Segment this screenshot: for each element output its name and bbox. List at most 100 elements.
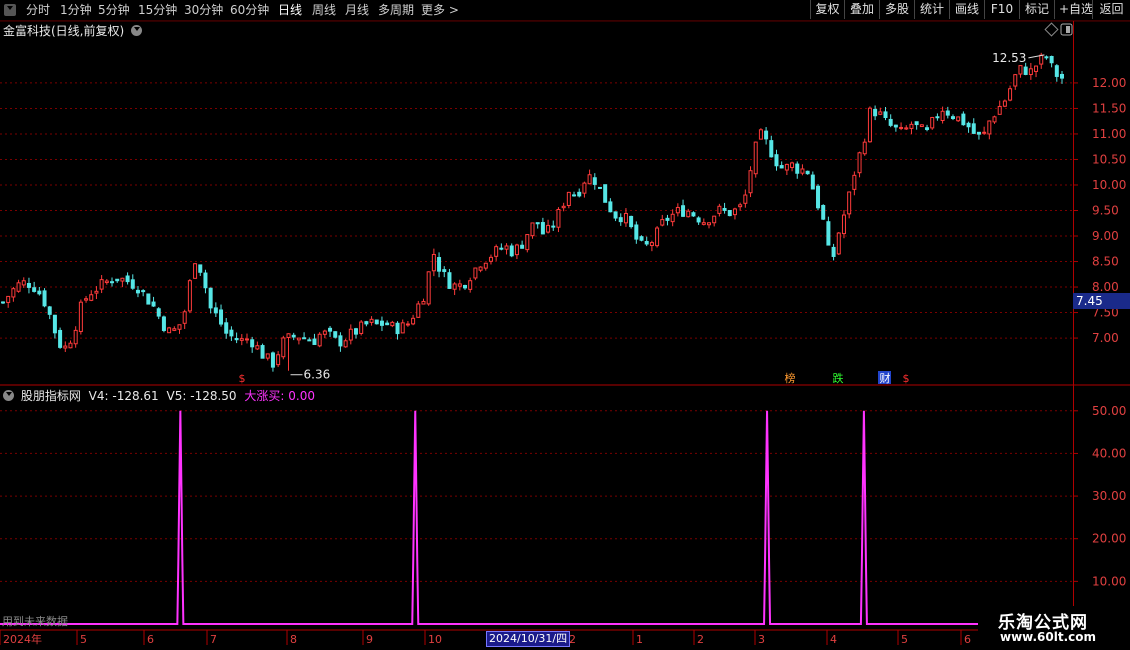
period-tab-9[interactable]: 多周期 xyxy=(378,2,414,18)
time-label-14: 6 xyxy=(964,633,971,646)
candle-body xyxy=(795,163,800,174)
candle-body xyxy=(816,185,821,209)
candle-body xyxy=(712,215,717,224)
period-tab-10[interactable]: 更多 > xyxy=(421,2,459,18)
candle-body xyxy=(37,290,42,295)
toolbar-button-6[interactable]: 标记 xyxy=(1019,0,1054,19)
period-tab-8[interactable]: 月线 xyxy=(345,2,369,18)
candle-body xyxy=(68,342,73,349)
candle-body xyxy=(354,328,358,335)
candle-body xyxy=(58,329,63,348)
candle-body xyxy=(452,283,457,290)
event-marker-2: 跌 xyxy=(833,371,844,385)
indicator-v5: V5: -128.50 xyxy=(166,389,237,403)
candle-body xyxy=(52,314,57,334)
main-tick-label-9: 11.50 xyxy=(1092,101,1126,115)
title-dropdown-icon[interactable] xyxy=(131,25,143,36)
candle-body xyxy=(312,338,317,345)
toolbar-button-5[interactable]: F10 xyxy=(984,0,1019,19)
candle-body xyxy=(1023,66,1028,75)
candle-body xyxy=(270,352,275,368)
candle-body xyxy=(120,277,125,282)
toolbar-button-1[interactable]: 叠加 xyxy=(844,0,879,19)
period-tab-2[interactable]: 5分钟 xyxy=(98,2,130,18)
candle-body xyxy=(810,174,815,190)
time-label-13: 5 xyxy=(901,633,908,646)
candle-body xyxy=(379,320,384,326)
period-tab-3[interactable]: 15分钟 xyxy=(138,2,177,18)
candle-body xyxy=(592,177,597,185)
ind-tick-label-3: 40.00 xyxy=(1092,446,1126,460)
candle-body xyxy=(504,245,509,250)
period-tab-5[interactable]: 60分钟 xyxy=(230,2,269,18)
period-tab-0[interactable]: 分时 xyxy=(26,2,50,18)
candle-body xyxy=(187,280,192,312)
toolbar-button-8[interactable]: 返回 xyxy=(1092,0,1130,19)
candle-body xyxy=(930,116,935,129)
candle-body xyxy=(572,194,577,197)
toolbar-button-4[interactable]: 画线 xyxy=(949,0,984,19)
candle-body xyxy=(764,130,769,140)
candle-body xyxy=(514,244,519,256)
toolbar-button-7[interactable]: +自选 xyxy=(1054,0,1093,19)
event-marker-3: 财 xyxy=(880,371,891,385)
candle-body xyxy=(198,264,203,273)
period-tab-1[interactable]: 1分钟 xyxy=(60,2,92,18)
main-tick-label-5: 9.50 xyxy=(1092,204,1119,218)
main-tick-label-3: 8.50 xyxy=(1092,255,1119,269)
collapse-icon[interactable] xyxy=(4,4,16,16)
toolbar-button-0[interactable]: 复权 xyxy=(810,0,844,19)
candle-body xyxy=(99,279,104,290)
event-marker-4: $ xyxy=(903,372,910,385)
candle-body xyxy=(644,240,649,245)
candle-body xyxy=(691,212,696,217)
panel-toggle-icon-fill xyxy=(1066,26,1070,33)
stock-title: 金富科技(日线,前复权) xyxy=(3,22,143,39)
candle-body xyxy=(836,232,841,255)
candle-body xyxy=(343,340,348,348)
indicator-line xyxy=(0,410,980,625)
candle-body xyxy=(94,290,99,294)
candle-body xyxy=(629,215,634,228)
candle-body xyxy=(463,284,468,289)
candle-body xyxy=(431,253,436,272)
candle-body xyxy=(1028,68,1033,76)
period-tab-6[interactable]: 日线 xyxy=(278,2,302,18)
candle-body xyxy=(322,330,327,335)
candle-body xyxy=(219,309,224,325)
candle-body xyxy=(437,257,442,272)
toolbar-button-2[interactable]: 多股 xyxy=(879,0,914,19)
candle-body xyxy=(244,338,249,341)
indicator-name[interactable]: 股朋指标网 xyxy=(21,389,81,403)
time-label-1: 5 xyxy=(80,633,87,646)
candle-body xyxy=(84,298,89,301)
main-tick-label-6: 10.00 xyxy=(1092,178,1126,192)
candle-body xyxy=(826,221,831,246)
indicator-dropdown-icon[interactable] xyxy=(3,390,14,401)
candle-body xyxy=(686,210,691,218)
candle-body xyxy=(390,321,395,327)
candle-body xyxy=(110,281,115,284)
candle-body xyxy=(328,327,333,332)
candle-body xyxy=(104,280,109,284)
candle-body xyxy=(1,301,5,304)
candle-body xyxy=(135,289,140,294)
candle-body xyxy=(925,127,930,130)
candle-body xyxy=(800,168,805,174)
period-tab-7[interactable]: 周线 xyxy=(312,2,336,18)
period-tab-4[interactable]: 30分钟 xyxy=(184,2,223,18)
candle-body xyxy=(696,217,701,223)
toolbar-button-3[interactable]: 统计 xyxy=(914,0,949,19)
candle-body xyxy=(296,337,301,341)
candle-body xyxy=(1002,100,1007,107)
candle-body xyxy=(203,272,208,289)
candle-body xyxy=(748,170,753,194)
candle-body xyxy=(416,303,421,318)
candle-body xyxy=(1018,65,1023,75)
candle-body xyxy=(11,288,16,298)
candle-body xyxy=(893,124,898,128)
candle-body xyxy=(32,287,37,292)
chart-canvas[interactable]: 7.007.508.008.509.009.5010.0010.5011.001… xyxy=(0,0,1130,650)
ind-tick-label-4: 50.00 xyxy=(1092,404,1126,418)
candle-body xyxy=(193,263,198,279)
